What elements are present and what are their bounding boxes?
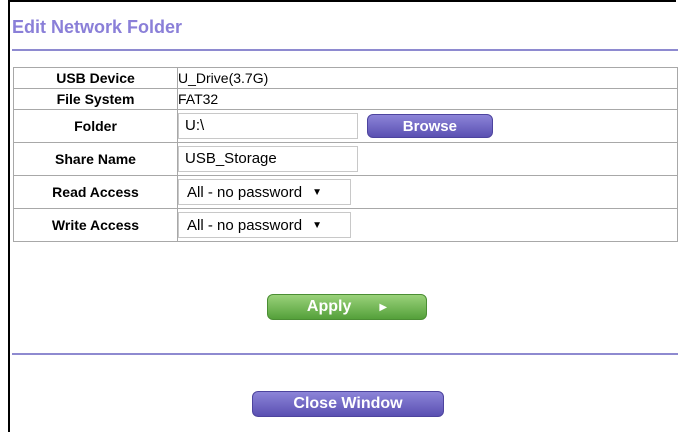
browse-button[interactable]: Browse bbox=[366, 114, 493, 138]
folder-input[interactable]: U:\ bbox=[178, 113, 358, 139]
row-write-access: Write Access All - no password ▼ bbox=[13, 208, 678, 242]
file-system-label: File System bbox=[13, 88, 178, 110]
write-access-select[interactable]: All - no password ▼ bbox=[178, 212, 351, 238]
usb-device-value: U_Drive(3.7G) bbox=[177, 67, 678, 89]
chevron-down-icon: ▼ bbox=[312, 219, 322, 231]
apply-button-label: Apply bbox=[306, 298, 352, 315]
row-usb-device: USB Device U_Drive(3.7G) bbox=[13, 67, 678, 89]
page-title: Edit Network Folder bbox=[12, 17, 183, 37]
folder-settings-table: USB Device U_Drive(3.7G) File System FAT… bbox=[13, 67, 678, 242]
row-read-access: Read Access All - no password ▼ bbox=[13, 175, 678, 209]
read-access-selected: All - no password bbox=[187, 183, 303, 201]
row-file-system: File System FAT32 bbox=[13, 88, 678, 110]
bottom-divider bbox=[12, 353, 678, 355]
write-access-label: Write Access bbox=[13, 208, 178, 242]
write-access-selected: All - no password bbox=[187, 216, 303, 234]
read-access-label: Read Access bbox=[13, 175, 178, 209]
share-name-label: Share Name bbox=[13, 142, 178, 176]
folder-label: Folder bbox=[13, 109, 178, 143]
read-access-select[interactable]: All - no password ▼ bbox=[178, 179, 351, 205]
chevron-down-icon: ▼ bbox=[312, 186, 322, 198]
file-system-value: FAT32 bbox=[177, 88, 678, 110]
usb-device-label: USB Device bbox=[13, 67, 178, 89]
edit-folder-window: Edit Network Folder USB Device U_Drive(3… bbox=[8, 0, 678, 432]
row-folder: Folder U:\ Browse bbox=[13, 109, 678, 143]
row-share-name: Share Name USB_Storage bbox=[13, 142, 678, 176]
play-arrow-icon: ▶ bbox=[379, 301, 388, 313]
title-divider bbox=[12, 49, 678, 51]
close-window-button[interactable]: Close Window bbox=[252, 391, 444, 417]
apply-button[interactable]: Apply ▶ bbox=[267, 294, 427, 320]
share-name-input[interactable]: USB_Storage bbox=[178, 146, 358, 172]
